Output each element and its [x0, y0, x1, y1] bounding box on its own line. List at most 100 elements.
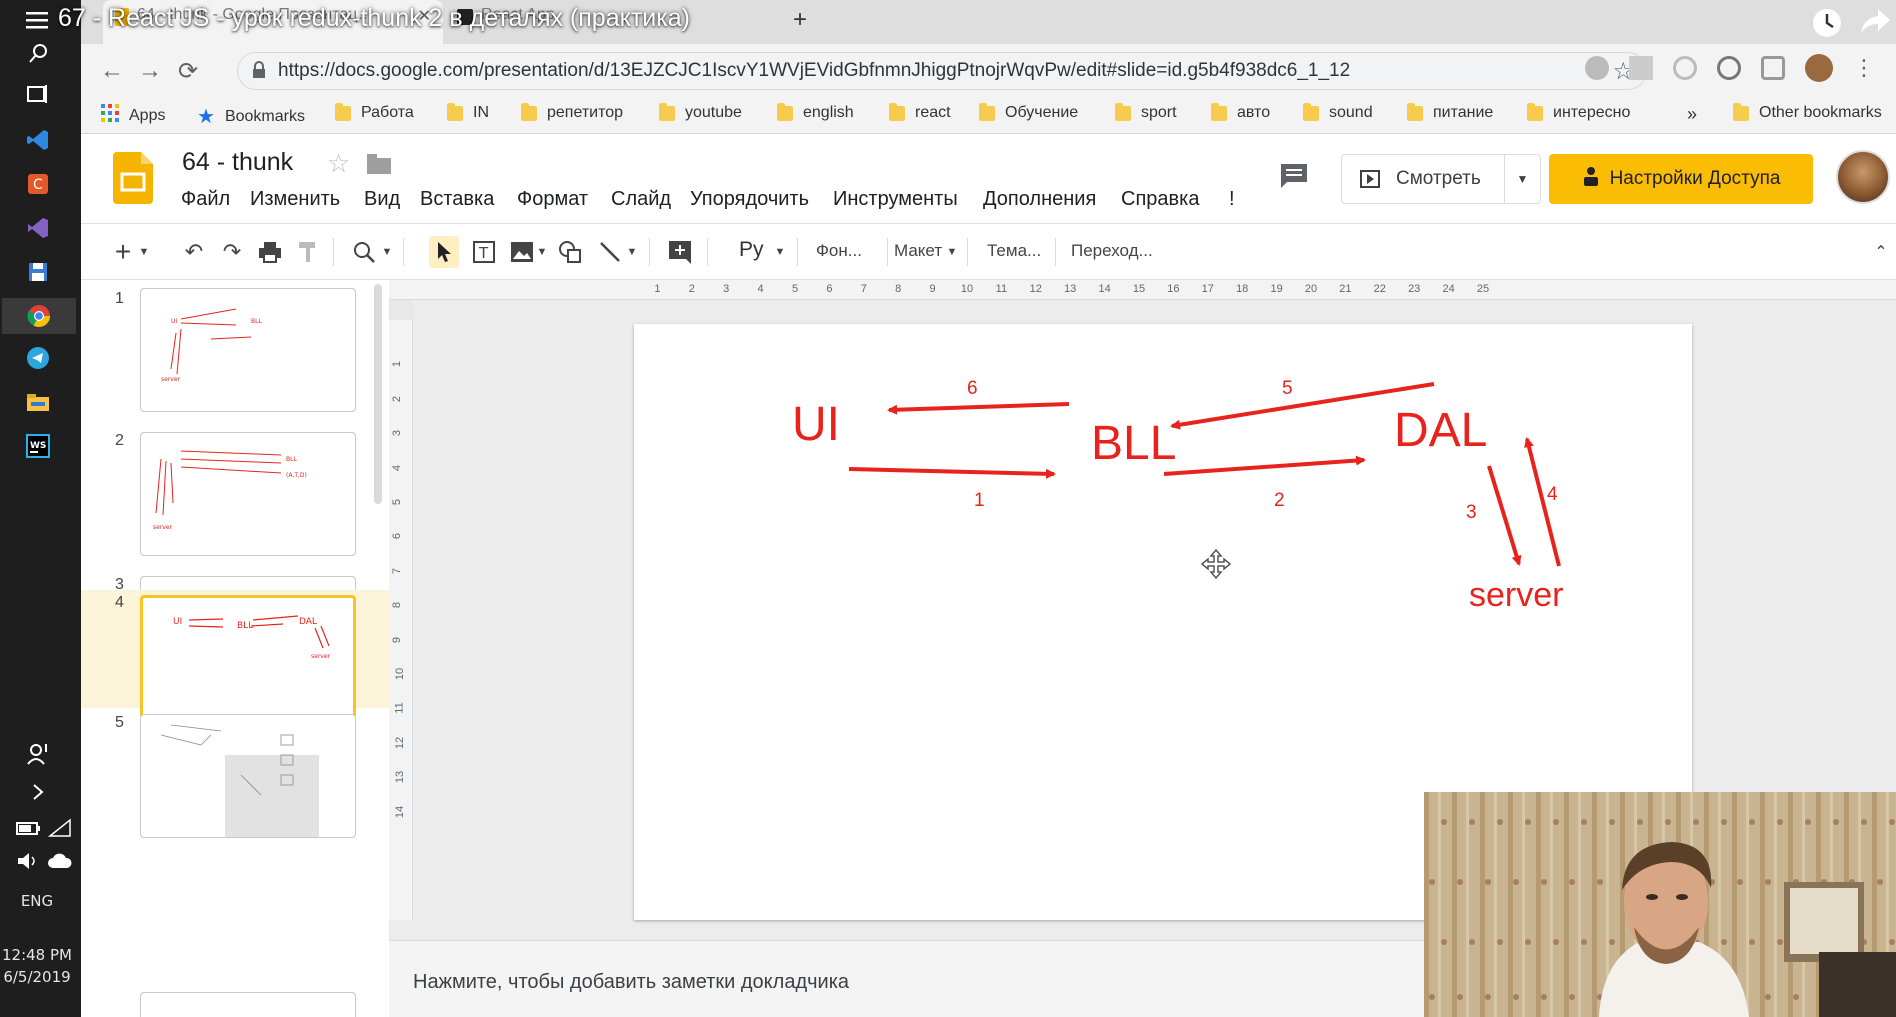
circle-extension-icon[interactable]: [1717, 56, 1741, 80]
bookmark-folder-sport[interactable]: sport: [1115, 102, 1177, 122]
undo-icon[interactable]: ↶: [181, 236, 207, 268]
new-slide-dropdown-icon[interactable]: ▼: [135, 236, 153, 268]
bookmark-folder-rabota[interactable]: Работа: [335, 102, 414, 122]
task-view-icon[interactable]: [18, 78, 58, 110]
camera-extension-icon[interactable]: [1673, 56, 1697, 80]
bookmark-apps[interactable]: Apps: [101, 104, 165, 127]
bookmark-other[interactable]: Other bookmarks: [1733, 102, 1882, 122]
select-cursor-icon[interactable]: [429, 236, 459, 268]
user-avatar[interactable]: [1836, 150, 1890, 204]
line-dropdown-icon[interactable]: ▼: [625, 236, 639, 268]
present-button[interactable]: Смотреть ▼: [1341, 154, 1541, 204]
menu-tools[interactable]: Инструменты: [833, 188, 958, 211]
document-title[interactable]: 64 - thunk: [182, 148, 293, 177]
input-tools-button[interactable]: Ру: [739, 238, 764, 262]
bookmark-folder-obuchenie[interactable]: Обучение: [979, 102, 1078, 122]
bookmark-folder-avto[interactable]: авто: [1211, 102, 1270, 122]
share-button[interactable]: Настройки Доступа: [1549, 154, 1813, 204]
comments-icon[interactable]: [1279, 162, 1309, 195]
last-edit-indicator[interactable]: !: [1229, 188, 1235, 211]
search-icon[interactable]: [18, 38, 58, 70]
slide-thumbnail-6[interactable]: [140, 992, 356, 1017]
print-icon[interactable]: [257, 236, 283, 268]
slide-thumbnail-5[interactable]: [140, 714, 356, 838]
menu-icon[interactable]: [18, 4, 58, 36]
menu-addons[interactable]: Дополнения: [983, 188, 1096, 211]
layout-dropdown-icon[interactable]: ▼: [945, 236, 959, 268]
office-app-icon[interactable]: C: [18, 168, 58, 200]
clock-time[interactable]: 12:48 PM: [0, 946, 74, 964]
text-box-icon[interactable]: T: [471, 236, 497, 268]
bookmark-folder-interesno[interactable]: интересно: [1527, 102, 1630, 122]
forward-arrow-icon[interactable]: →: [135, 56, 165, 86]
slide-thumbnail-1[interactable]: UI BLL server: [140, 288, 356, 412]
watch-later-clock-icon[interactable]: [1810, 6, 1844, 45]
slide-thumbnail-4-active[interactable]: UI BLL DAL server: [140, 595, 356, 719]
back-arrow-icon[interactable]: ←: [97, 56, 127, 86]
profile-avatar-icon[interactable]: [1805, 54, 1833, 82]
save-app-icon[interactable]: [18, 256, 58, 288]
chrome-icon[interactable]: [2, 298, 76, 334]
present-dropdown-arrow-icon[interactable]: ▼: [1504, 155, 1540, 203]
menu-format[interactable]: Формат: [517, 188, 588, 211]
menu-edit[interactable]: Изменить: [250, 188, 340, 211]
paw-extension-icon[interactable]: [1585, 56, 1609, 80]
webstorm-icon[interactable]: WS: [18, 430, 58, 462]
bookmark-folder-in[interactable]: IN: [447, 102, 489, 122]
menu-insert[interactable]: Вставка: [420, 188, 494, 211]
add-comment-icon[interactable]: [667, 236, 693, 268]
input-tools-dropdown-icon[interactable]: ▼: [773, 236, 787, 268]
file-explorer-icon[interactable]: [18, 386, 58, 418]
slide-thumbnail-2[interactable]: BLL (A,T,D) server: [140, 432, 356, 556]
onedrive-cloud-icon[interactable]: [40, 845, 80, 877]
url-input[interactable]: https://docs.google.com/presentation/d/1…: [237, 52, 1647, 90]
reload-icon[interactable]: ⟳: [173, 56, 203, 86]
vertical-ruler[interactable]: 1 2 3 4 5 6 7 8 9 10 11 12 13 14: [389, 300, 413, 920]
more-bookmarks-chevron[interactable]: »: [1687, 104, 1697, 125]
horizontal-ruler[interactable]: 1 2 3 4 5 6 7 8 9 10 11 12 13 14 15 16 17 18 19 20 21 22 23 24 2…: [389, 280, 1896, 300]
theme-button[interactable]: Тема...: [987, 241, 1041, 261]
new-slide-plus-icon[interactable]: +: [109, 236, 137, 268]
menu-slide[interactable]: Слайд: [611, 188, 671, 211]
image-dropdown-icon[interactable]: ▼: [535, 236, 549, 268]
redo-icon[interactable]: ↷: [219, 236, 245, 268]
shape-icon[interactable]: [557, 236, 583, 268]
layout-button[interactable]: Макет: [894, 241, 942, 261]
bookmark-folder-english[interactable]: english: [777, 102, 854, 122]
bookmark-folder-sound[interactable]: sound: [1303, 102, 1373, 122]
grid-extension-icon[interactable]: [1629, 56, 1653, 80]
clock-date[interactable]: 6/5/2019: [0, 968, 74, 986]
menu-arrange[interactable]: Упорядочить: [690, 188, 809, 211]
move-folder-icon[interactable]: [367, 154, 393, 179]
chevron-right-icon[interactable]: [18, 776, 58, 808]
people-icon[interactable]: [18, 738, 58, 770]
transition-button[interactable]: Переход...: [1071, 241, 1153, 261]
bookmark-folder-repetitor[interactable]: репетитор: [521, 102, 623, 122]
image-icon[interactable]: [509, 236, 535, 268]
new-tab-button[interactable]: +: [781, 0, 819, 44]
line-icon[interactable]: [597, 236, 623, 268]
wifi-icon[interactable]: [40, 812, 80, 844]
slides-logo-icon[interactable]: [113, 152, 153, 209]
menu-file[interactable]: Файл: [181, 188, 230, 211]
menu-view[interactable]: Вид: [364, 188, 400, 211]
vscode-icon[interactable]: [18, 124, 58, 156]
star-doc-icon[interactable]: ☆: [327, 148, 350, 179]
zoom-dropdown-icon[interactable]: ▼: [379, 236, 395, 268]
chrome-menu-icon[interactable]: ⋮: [1853, 56, 1875, 82]
bookmark-folder-youtube[interactable]: youtube: [659, 102, 742, 122]
zoom-icon[interactable]: [351, 236, 377, 268]
telegram-icon[interactable]: [18, 342, 58, 374]
paint-format-icon[interactable]: [295, 236, 321, 268]
cast-extension-icon[interactable]: [1761, 56, 1785, 80]
bookmark-folder-react[interactable]: react: [889, 102, 951, 122]
share-arrow-icon[interactable]: [1858, 6, 1892, 43]
menu-help[interactable]: Справка: [1121, 188, 1199, 211]
language-indicator[interactable]: ENG: [0, 892, 74, 910]
bookmark-folder-pitanie[interactable]: питание: [1407, 102, 1493, 122]
filmstrip-scrollbar[interactable]: [374, 284, 382, 504]
collapse-toolbar-chevron-icon[interactable]: ⌃: [1871, 236, 1891, 268]
bookmark-bookmarks[interactable]: ★ Bookmarks: [197, 104, 305, 129]
background-button[interactable]: Фон...: [816, 241, 862, 261]
visual-studio-icon[interactable]: [18, 212, 58, 244]
